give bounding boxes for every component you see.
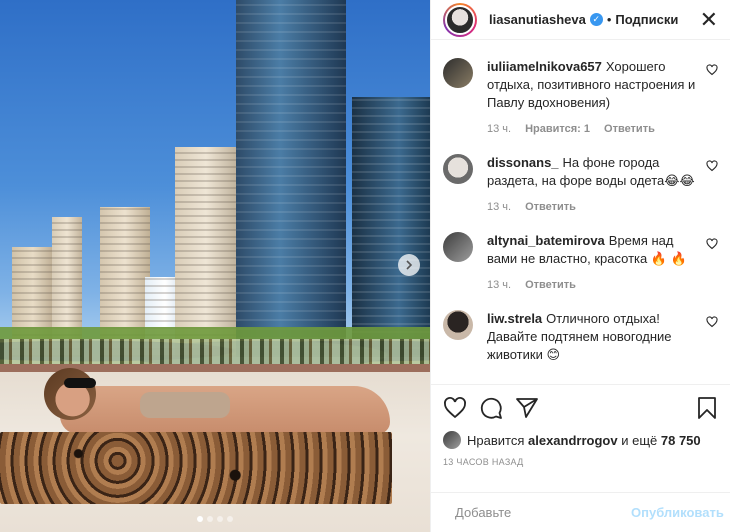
comment-item: liw.strela Отличного отдыха! Давайте подт…: [443, 310, 718, 364]
chevron-right-icon: [406, 260, 413, 270]
post-modal: liasanutiasheva ✓ • Подписки ✕ iuliiamel…: [0, 0, 730, 532]
carousel-dot: [197, 516, 203, 522]
bookmark-icon[interactable]: [696, 396, 718, 420]
commenter-username[interactable]: altynai_batemirova: [487, 233, 605, 248]
crowd: [0, 339, 430, 367]
comment-item: iuliiamelnikova657 Хорошего отдыха, позит…: [443, 58, 718, 138]
carousel-dot: [227, 516, 233, 522]
liker-username[interactable]: alexandrrogov: [528, 433, 618, 448]
close-icon[interactable]: ✕: [700, 8, 718, 31]
heart-icon[interactable]: [706, 160, 718, 172]
carousel-next-button[interactable]: [398, 254, 420, 276]
comment-likes[interactable]: Нравится: 1: [525, 120, 590, 138]
comment-item: dissonans_ На фоне города раздета, на фор…: [443, 154, 718, 216]
liker-avatar: [443, 431, 461, 449]
comment-time[interactable]: 13 ч.: [487, 198, 511, 216]
reply-button[interactable]: Ответить: [525, 276, 576, 294]
reply-button[interactable]: Ответить: [525, 198, 576, 216]
building: [175, 147, 237, 357]
carousel-dot: [207, 516, 213, 522]
commenter-avatar[interactable]: [443, 58, 473, 88]
likes-prefix: Нравится: [467, 432, 525, 448]
glass-tower: [236, 0, 346, 357]
sunglasses: [64, 378, 96, 388]
author-username[interactable]: liasanutiasheva: [489, 12, 586, 27]
reply-button[interactable]: Ответить: [604, 120, 655, 138]
heart-icon[interactable]: [706, 64, 718, 76]
publish-button[interactable]: Опубликовать: [631, 505, 724, 520]
comment-input[interactable]: [455, 505, 631, 520]
commenter-username[interactable]: iuliiamelnikova657: [487, 59, 602, 74]
bikini: [140, 392, 230, 418]
verified-badge-icon: ✓: [589, 13, 603, 26]
commenter-username[interactable]: liw.strela: [487, 311, 542, 326]
commenter-avatar[interactable]: [443, 154, 473, 184]
heart-icon[interactable]: [706, 238, 718, 250]
post-time[interactable]: 13 ЧАСОВ НАЗАД: [443, 457, 718, 467]
carousel-dots: [0, 516, 430, 522]
side-panel: liasanutiasheva ✓ • Подписки ✕ iuliiamel…: [430, 0, 730, 532]
action-icons: [443, 395, 718, 421]
comment-time[interactable]: 13 ч.: [487, 120, 511, 138]
likes-count[interactable]: 78 750: [661, 433, 701, 448]
likes-summary[interactable]: Нравится alexandrrogov и ещё 78 750: [443, 431, 718, 449]
post-header: liasanutiasheva ✓ • Подписки ✕: [431, 0, 730, 40]
share-icon[interactable]: [515, 396, 539, 420]
heart-icon[interactable]: [706, 316, 718, 328]
comment-time[interactable]: 13 ч.: [487, 276, 511, 294]
head: [44, 368, 96, 420]
comments-list: iuliiamelnikova657 Хорошего отдыха, позит…: [431, 40, 730, 384]
author-avatar[interactable]: [443, 2, 477, 37]
comment-icon[interactable]: [479, 396, 503, 420]
commenter-username[interactable]: dissonans_: [487, 155, 559, 170]
comment-item: altynai_batemirova Время над вами не влас…: [443, 232, 718, 294]
following-button[interactable]: Подписки: [615, 12, 678, 27]
commenter-avatar[interactable]: [443, 310, 473, 340]
likes-suffix: и ещё: [621, 432, 658, 448]
carousel-dot: [217, 516, 223, 522]
add-comment-bar: Опубликовать: [431, 492, 730, 532]
post-photo[interactable]: [0, 0, 430, 532]
commenter-avatar[interactable]: [443, 232, 473, 262]
heart-icon[interactable]: [443, 396, 467, 420]
glass-tower: [352, 97, 430, 357]
leopard-towel: [0, 432, 392, 504]
separator: •: [606, 12, 612, 27]
